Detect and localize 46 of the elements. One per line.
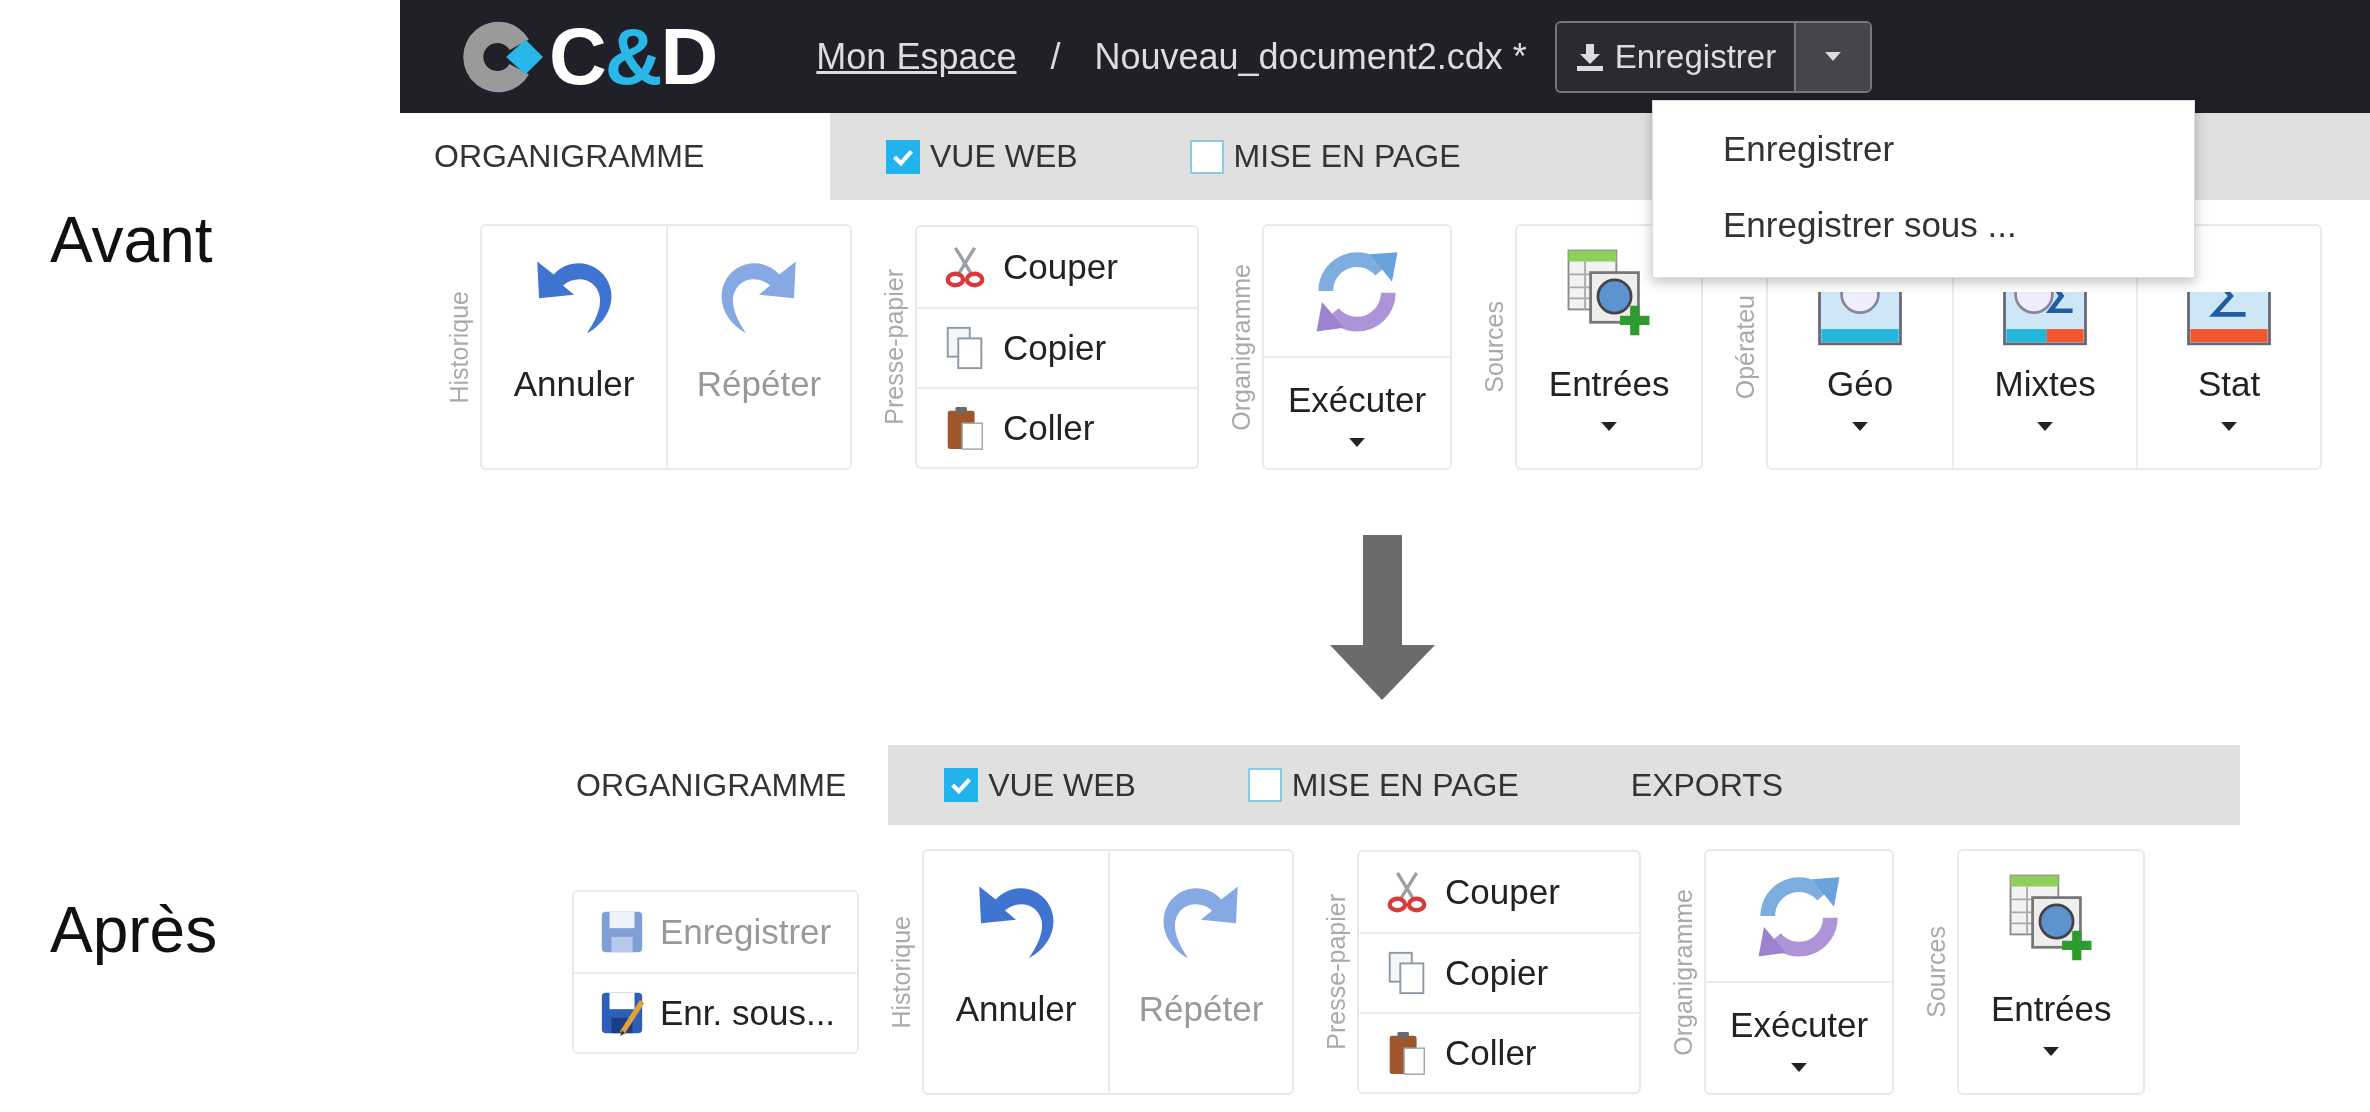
group-title: Organigramme xyxy=(1227,263,1256,431)
caret-icon xyxy=(2221,422,2238,431)
ribbon-button[interactable]: Coller xyxy=(917,387,1197,467)
ribbon-button[interactable]: Exécuter xyxy=(1264,226,1451,468)
ribbon-button[interactable]: Coller xyxy=(1359,1012,1640,1092)
ribbon-button[interactable]: Entrées xyxy=(1959,851,2144,1093)
group-title: Sources xyxy=(1922,926,1952,1018)
ribbon-button[interactable]: Copier xyxy=(917,307,1197,387)
menu-item[interactable]: Enregistrer xyxy=(1653,111,2194,187)
ribbon-button[interactable]: Couper xyxy=(917,227,1197,307)
group-title: Presse-papier xyxy=(880,269,909,425)
checkbox[interactable] xyxy=(1189,139,1224,174)
group-title: Historique xyxy=(445,290,474,404)
caret-icon xyxy=(1601,422,1618,431)
breadcrumb-separator: / xyxy=(1050,35,1061,78)
ribbon-button[interactable]: Copier xyxy=(1359,932,1640,1012)
breadcrumb-link[interactable]: Mon Espace xyxy=(816,35,1017,78)
caption-label: Avant xyxy=(49,203,214,278)
group-title: Presse-papier xyxy=(1322,894,1352,1050)
ribbon-button[interactable]: Annuler xyxy=(482,226,666,468)
logo-text: C&D xyxy=(549,16,717,97)
tab[interactable]: ORGANIGRAMME xyxy=(540,745,889,825)
group-title: Historique xyxy=(887,915,917,1029)
download-icon xyxy=(1574,41,1605,72)
ribbon-button[interactable]: Couper xyxy=(1359,852,1640,932)
checkbox[interactable] xyxy=(944,768,979,802)
caption-label: Après xyxy=(49,893,219,968)
caret-icon xyxy=(1349,438,1366,447)
dropdown-toggle[interactable] xyxy=(1796,22,1871,91)
ribbon-button[interactable]: Annuler xyxy=(924,851,1109,1093)
checkbox[interactable] xyxy=(886,139,920,174)
tab[interactable]: ORGANIGRAMME xyxy=(400,113,830,200)
caret-icon xyxy=(1825,52,1842,61)
ribbon-button[interactable]: Exécuter xyxy=(1706,851,1893,1093)
caret-icon xyxy=(1791,1063,1808,1072)
save-button[interactable]: Enregistrer xyxy=(1556,22,1797,91)
group-title: Opérateu xyxy=(1731,294,1761,400)
group-title: Organigramme xyxy=(1669,888,1699,1056)
document-title: Nouveau_document2.cdx * xyxy=(1094,35,1527,78)
checkbox[interactable] xyxy=(1247,768,1282,802)
caret-icon xyxy=(2043,1047,2060,1056)
caret-icon xyxy=(2037,422,2054,431)
ribbon-button[interactable]: Enr. sous... xyxy=(574,972,858,1052)
down-arrow-icon xyxy=(1330,535,1435,700)
caret-icon xyxy=(1852,422,1869,431)
group-title: Sources xyxy=(1480,301,1510,393)
